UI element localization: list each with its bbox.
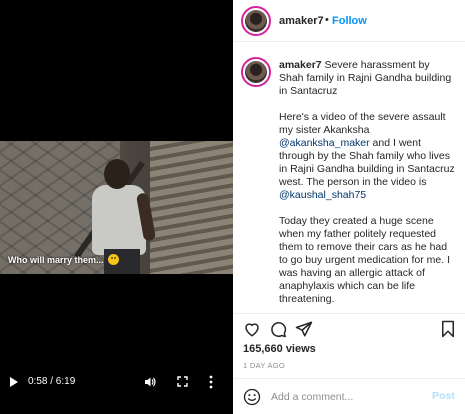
emoji-smile-icon[interactable]: [243, 388, 261, 406]
video-player[interactable]: Who will marry them... 0:58 / 6:19: [0, 0, 233, 414]
separator-dot: •: [325, 14, 329, 26]
mention-link-akanksha[interactable]: @akanksha_maker: [279, 137, 370, 149]
header-username[interactable]: amaker7: [279, 15, 324, 27]
heart-icon[interactable]: [243, 320, 261, 338]
caption-avatar[interactable]: [241, 57, 271, 87]
avatar[interactable]: [241, 6, 271, 36]
fullscreen-icon[interactable]: [177, 376, 188, 387]
post-button[interactable]: Post: [432, 390, 455, 402]
video-controls: 0:58 / 6:19: [0, 372, 233, 392]
post-actions: [233, 313, 465, 339]
caption-text-3: Today they created a huge scene when my …: [279, 215, 451, 305]
share-icon[interactable]: [295, 320, 313, 338]
bookmark-icon[interactable]: [439, 320, 457, 338]
volume-icon[interactable]: [144, 376, 156, 388]
caption-username[interactable]: amaker7: [279, 59, 322, 71]
caption-paragraph-3: Today they created a huge scene when my …: [279, 215, 457, 306]
video-overlay-text: Who will marry them...: [8, 254, 104, 265]
post-timestamp[interactable]: 1 DAY AGO: [243, 361, 285, 370]
more-vertical-icon[interactable]: [209, 375, 213, 389]
follow-button[interactable]: Follow: [332, 15, 367, 27]
post-caption: amaker7 Severe harassment by Shah family…: [279, 59, 457, 319]
post-sidebar: amaker7 • Follow amaker7 Severe harassme…: [233, 0, 465, 414]
views-count[interactable]: 165,660 views: [243, 343, 316, 355]
post-header: amaker7 • Follow: [233, 0, 465, 42]
caption-area: amaker7 Severe harassment by Shah family…: [233, 43, 465, 313]
video-time: 0:58 / 6:19: [28, 376, 76, 387]
caption-paragraph-1: amaker7 Severe harassment by Shah family…: [279, 59, 457, 98]
video-frame[interactable]: Who will marry them...: [0, 141, 233, 274]
video-stairs: [150, 141, 233, 274]
video-overlay-caption: Who will marry them...: [8, 254, 119, 265]
caption-text-2a: Here's a video of the severe assault my …: [279, 111, 446, 136]
smiling-emoji-icon: [107, 254, 119, 265]
video-person-head: [104, 159, 130, 189]
comment-icon[interactable]: [269, 320, 287, 338]
add-comment-bar: Post: [233, 378, 465, 414]
play-icon[interactable]: [10, 377, 18, 387]
comment-input[interactable]: [271, 388, 421, 406]
caption-paragraph-2: Here's a video of the severe assault my …: [279, 111, 457, 202]
mention-link-kaushal[interactable]: @kaushal_shah75: [279, 189, 366, 201]
caption-avatar-image: [245, 61, 267, 83]
avatar-image: [245, 10, 267, 32]
